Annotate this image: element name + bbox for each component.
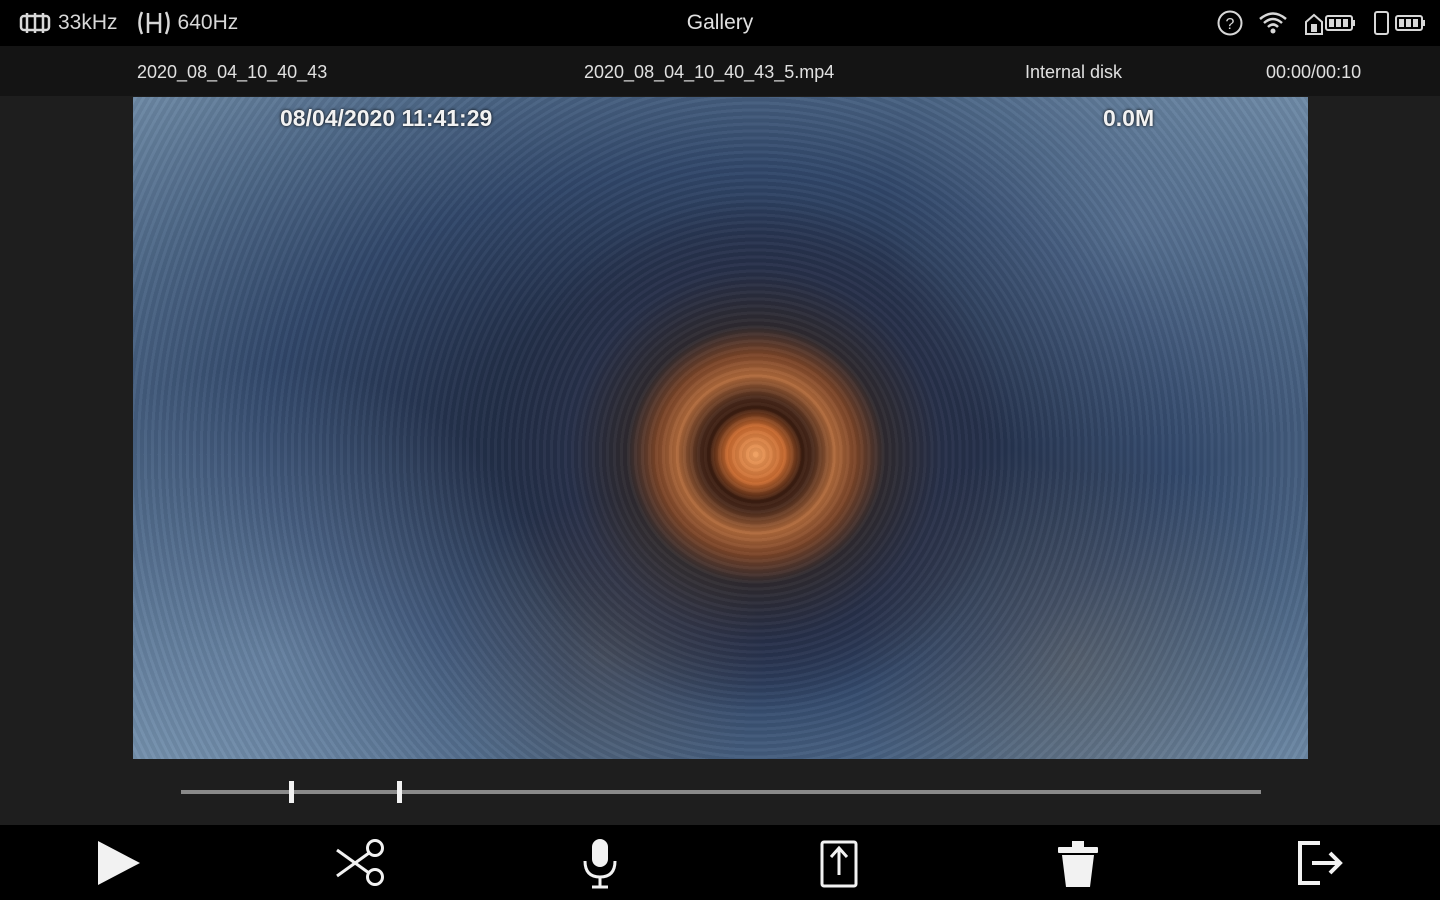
export-icon bbox=[820, 840, 858, 888]
microphone-button[interactable] bbox=[572, 835, 628, 891]
device-battery-icon bbox=[1305, 13, 1355, 35]
transmitter-frequency: 640Hz bbox=[136, 9, 239, 37]
play-icon bbox=[98, 841, 140, 885]
bottom-toolbar bbox=[0, 825, 1440, 900]
exit-button[interactable] bbox=[1290, 835, 1346, 891]
wifi-icon bbox=[1259, 12, 1287, 34]
scissors-icon bbox=[336, 839, 384, 886]
sonde-frequency-icon bbox=[19, 13, 51, 33]
delete-button[interactable] bbox=[1050, 835, 1106, 891]
storage-location: Internal disk bbox=[1025, 62, 1123, 82]
trash-icon bbox=[1058, 841, 1098, 887]
trim-end-handle[interactable] bbox=[397, 781, 403, 803]
timeline-track[interactable] bbox=[181, 781, 1261, 803]
video-size: 0.0M bbox=[1103, 105, 1155, 131]
file-info-bar: 2020_08_04_10_40_43 2020_08_04_10_40_43_… bbox=[0, 46, 1440, 96]
video-frame bbox=[133, 97, 1308, 759]
exit-icon bbox=[1298, 841, 1343, 885]
export-button[interactable] bbox=[811, 835, 867, 891]
status-left: 33kHz 640Hz bbox=[18, 0, 238, 46]
video-timestamp: 08/04/2020 11:41:29 bbox=[280, 105, 493, 131]
svg-text:?: ? bbox=[1226, 16, 1235, 33]
sonde-frequency: 33kHz bbox=[18, 10, 118, 36]
phone-battery-icon bbox=[1374, 11, 1425, 35]
play-button[interactable] bbox=[90, 835, 146, 891]
transmitter-frequency-icon bbox=[137, 11, 170, 35]
sonde-frequency-value: 33kHz bbox=[58, 11, 118, 34]
status-bar: 33kHz 640Hz Gallery ? bbox=[0, 0, 1440, 46]
transmitter-frequency-value: 640Hz bbox=[177, 11, 239, 34]
timeline-area bbox=[0, 759, 1440, 825]
folder-name: 2020_08_04_10_40_43 bbox=[137, 62, 328, 82]
video-player[interactable]: 08/04/2020 11:41:29 0.0M bbox=[133, 97, 1308, 759]
microphone-icon bbox=[583, 839, 617, 889]
playback-time: 00:00/00:10 bbox=[1266, 62, 1362, 82]
file-name: 2020_08_04_10_40_43_5.mp4 bbox=[584, 62, 835, 82]
help-icon[interactable]: ? bbox=[1216, 9, 1244, 37]
trim-start-handle[interactable] bbox=[289, 781, 295, 803]
trim-button[interactable] bbox=[333, 835, 389, 891]
status-right: ? bbox=[1216, 0, 1430, 46]
